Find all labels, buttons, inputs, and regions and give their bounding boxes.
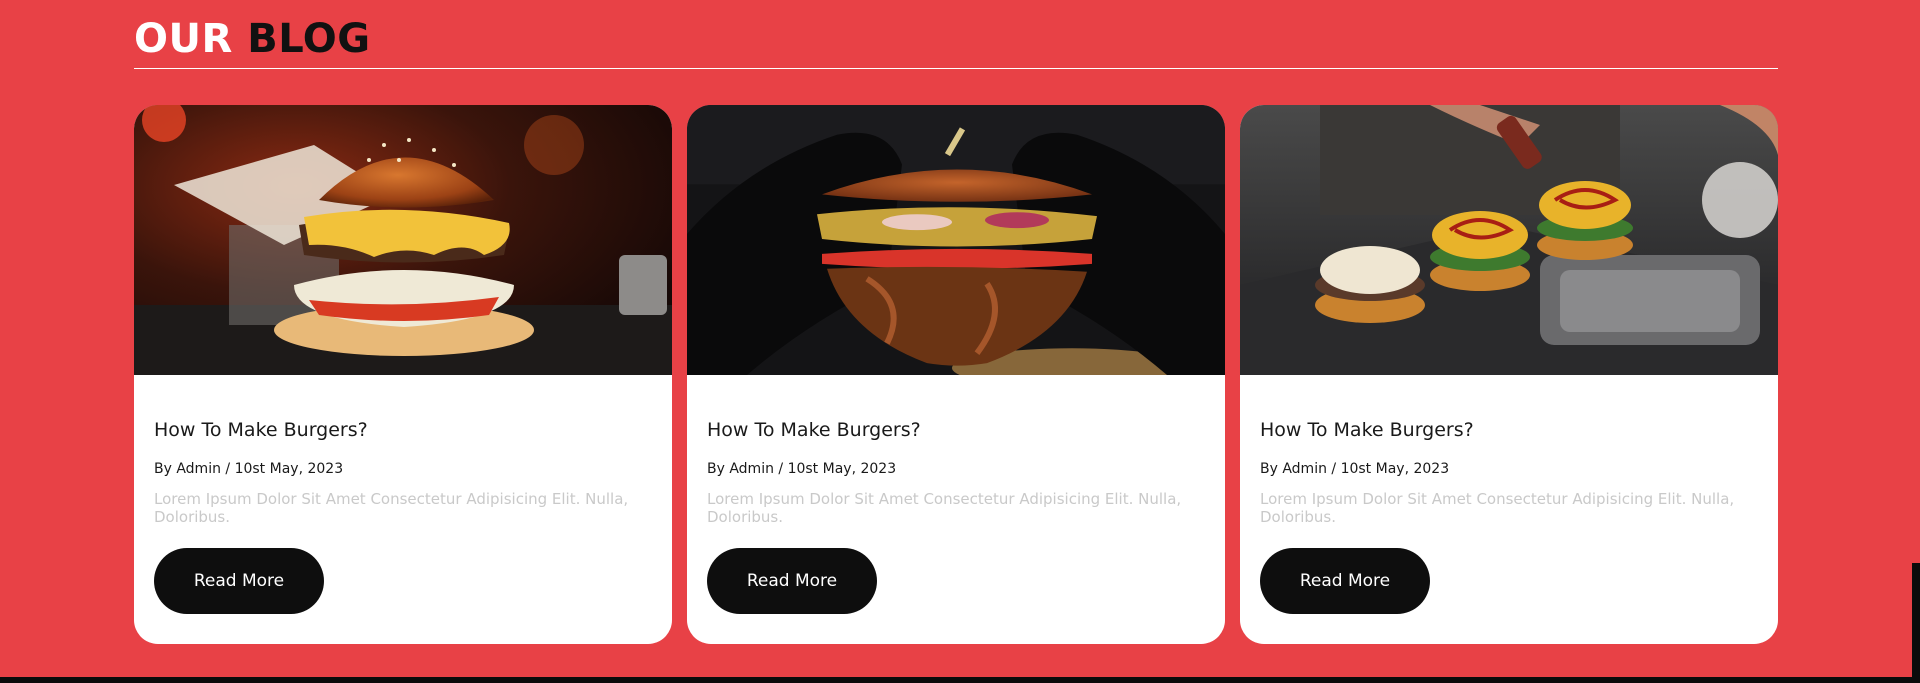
burger-gloves-photo[interactable] [687,105,1225,377]
burger-gloves-image [687,105,1225,375]
footer-edge [0,677,1920,683]
post-title[interactable]: How To Make Burgers? [1260,419,1474,441]
post-title[interactable]: How To Make Burgers? [154,419,368,441]
burger-cheese-photo[interactable] [134,105,672,375]
blog-card: How To Make Burgers? By Admin / 10st May… [687,105,1225,644]
post-title[interactable]: How To Make Burgers? [707,419,921,441]
post-excerpt: Lorem Ipsum Dolor Sit Amet Consectetur A… [1260,490,1735,526]
post-meta: By Admin / 10st May, 2023 [707,461,897,477]
read-more-button[interactable]: Read More [707,548,877,614]
heading-word-blog: BLOG [247,16,371,62]
scroll-edge [1912,563,1920,683]
post-meta: By Admin / 10st May, 2023 [1260,461,1450,477]
blog-card-list: How To Make Burgers? By Admin / 10st May… [134,105,1778,644]
blog-heading: OUR BLOG [134,14,371,64]
heading-divider [134,68,1778,69]
blog-card: How To Make Burgers? By Admin / 10st May… [1240,105,1778,644]
burger-sliders-photo[interactable] [1240,105,1778,375]
burger-sliders-image [1240,105,1778,375]
post-meta: By Admin / 10st May, 2023 [154,461,344,477]
post-excerpt: Lorem Ipsum Dolor Sit Amet Consectetur A… [707,490,1182,526]
read-more-button[interactable]: Read More [154,548,324,614]
post-excerpt: Lorem Ipsum Dolor Sit Amet Consectetur A… [154,490,629,526]
blog-card: How To Make Burgers? By Admin / 10st May… [134,105,672,644]
burger-cheese-image [134,105,672,375]
heading-word-our: OUR [134,16,233,62]
read-more-button[interactable]: Read More [1260,548,1430,614]
